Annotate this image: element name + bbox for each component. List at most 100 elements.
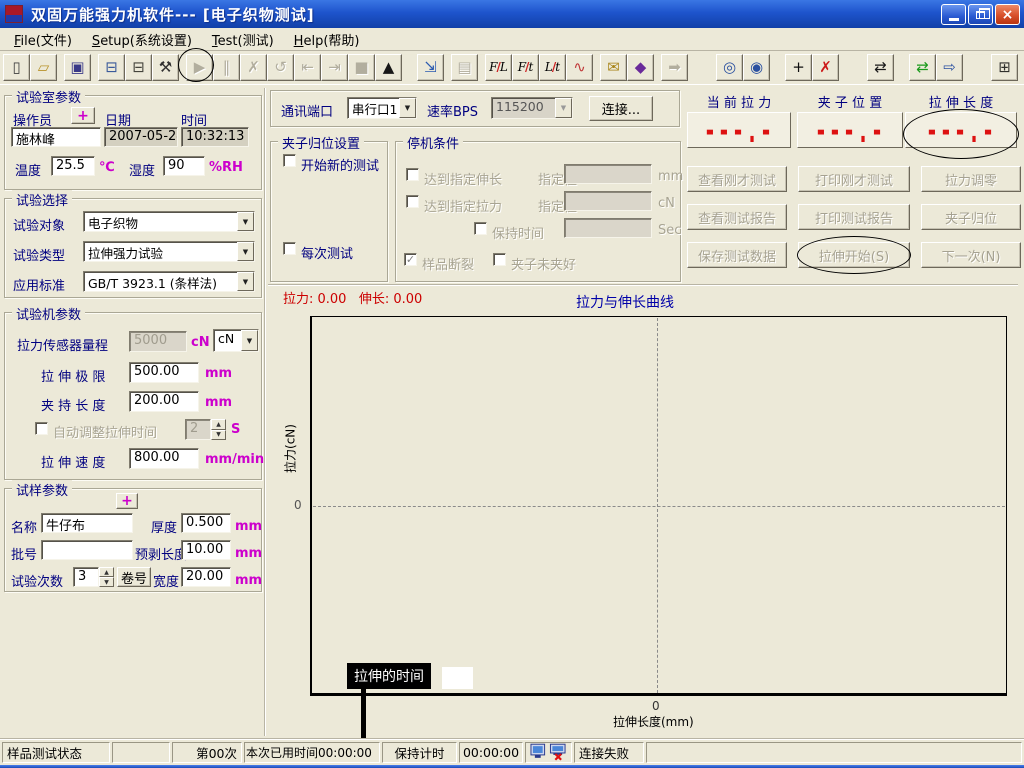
close-button[interactable]: × bbox=[995, 4, 1020, 25]
annotation-ellipse-play bbox=[178, 48, 214, 82]
test-count-spinner[interactable]: ▲▼ bbox=[99, 567, 114, 587]
zoom-button[interactable]: ◎ bbox=[716, 54, 743, 81]
stretch-limit-input[interactable]: 500.00 bbox=[129, 362, 199, 383]
spin-up-icon[interactable]: ▲ bbox=[211, 419, 226, 430]
cancel-test-button[interactable]: ✗ bbox=[240, 54, 267, 81]
status-count: 第00次 bbox=[172, 742, 242, 763]
exit-app-button[interactable]: ⇨ bbox=[936, 54, 963, 81]
tools-setup-button[interactable]: ⚒ bbox=[152, 54, 179, 81]
force-unit-select[interactable]: cN▼ bbox=[213, 329, 259, 352]
chevron-down-icon[interactable]: ▼ bbox=[237, 272, 254, 291]
data-grid-button[interactable]: ⊞ bbox=[991, 54, 1018, 81]
transfer-button[interactable]: ⇄ bbox=[867, 54, 894, 81]
data-grid-icon: ⊞ bbox=[998, 58, 1011, 76]
temperature-input[interactable]: 25.5 bbox=[51, 156, 95, 176]
print-report-button[interactable]: 打印测试报告 bbox=[798, 204, 910, 230]
curve-force-length-button[interactable]: F/L bbox=[485, 54, 512, 81]
print-color-button[interactable]: ⊟ bbox=[98, 54, 125, 81]
sample-break-checkbox[interactable]: ✓ bbox=[404, 253, 417, 266]
open-file-button[interactable]: ▱ bbox=[30, 54, 57, 81]
export-data-button[interactable]: ⇲ bbox=[417, 54, 444, 81]
exit-app-icon: ⇨ bbox=[943, 58, 956, 76]
stop-force-checkbox[interactable] bbox=[406, 195, 419, 208]
stretch-speed-input[interactable]: 800.00 bbox=[129, 448, 199, 469]
email-button[interactable]: ✉ bbox=[600, 54, 627, 81]
clamp-home-button[interactable]: 夹子归位 bbox=[921, 204, 1021, 230]
first-record-button[interactable]: ⇤ bbox=[294, 54, 321, 81]
width-input[interactable]: 20.00 bbox=[181, 567, 231, 587]
comm-port-select[interactable]: 串行口1▼ bbox=[347, 97, 417, 119]
chart-x-origin-tick: 0 bbox=[652, 699, 660, 713]
chevron-down-icon[interactable]: ▼ bbox=[237, 212, 254, 231]
chevron-down-icon: ▼ bbox=[555, 98, 572, 118]
hold-time-checkbox[interactable] bbox=[474, 222, 487, 235]
exit-disabled-button[interactable]: ➡ bbox=[661, 54, 688, 81]
zoom-fit-button[interactable]: ◉ bbox=[743, 54, 770, 81]
grip-length-input[interactable]: 200.00 bbox=[129, 391, 199, 412]
batch-input[interactable] bbox=[41, 540, 133, 560]
operator-add-button[interactable]: + bbox=[71, 107, 95, 124]
roll-number-button[interactable]: 卷号 bbox=[117, 567, 151, 587]
clamp-loose-checkbox[interactable] bbox=[493, 253, 506, 266]
view-report-button[interactable]: 查看测试报告 bbox=[687, 204, 787, 230]
spin-down-icon[interactable]: ▼ bbox=[99, 577, 114, 587]
minimize-button[interactable] bbox=[941, 4, 966, 25]
stop-elongation-checkbox[interactable] bbox=[406, 168, 419, 181]
view-last-test-button[interactable]: 查看刚才测试 bbox=[687, 166, 787, 192]
export-data-icon: ⇲ bbox=[424, 58, 437, 76]
save-button[interactable]: ▣ bbox=[64, 54, 91, 81]
menu-test[interactable]: Test(测试) bbox=[202, 28, 284, 51]
move-up-button[interactable]: ▲ bbox=[375, 54, 402, 81]
auto-adjust-spinner[interactable]: ▲▼ bbox=[211, 419, 226, 440]
curve-force-time-button[interactable]: F/t bbox=[512, 54, 539, 81]
test-type-select[interactable]: 拉伸强力试验▼ bbox=[83, 241, 255, 262]
thickness-input[interactable]: 0.500 bbox=[181, 513, 231, 533]
test-object-select[interactable]: 电子织物▼ bbox=[83, 211, 255, 232]
baud-label: 速率BPS bbox=[427, 101, 478, 120]
menu-setup[interactable]: Setup(系统设置) bbox=[82, 28, 202, 51]
add-record-button[interactable]: + bbox=[785, 54, 812, 81]
transfer-auto-button[interactable]: ⇄ bbox=[909, 54, 936, 81]
repeat-test-button[interactable]: ↺ bbox=[267, 54, 294, 81]
properties-button[interactable]: ▤ bbox=[451, 54, 478, 81]
new-test-home-checkbox[interactable] bbox=[283, 154, 296, 167]
peel-length-input[interactable]: 10.00 bbox=[181, 540, 231, 560]
save-data-button[interactable]: 保存测试数据 bbox=[687, 242, 787, 268]
curve-length-time-button[interactable]: L/t bbox=[539, 54, 566, 81]
delete-record-button[interactable]: ✗ bbox=[812, 54, 839, 81]
chevron-down-icon[interactable]: ▼ bbox=[241, 330, 258, 351]
app-logo-icon bbox=[5, 5, 23, 23]
new-file-button[interactable]: ▯ bbox=[3, 54, 30, 81]
specimen-add-button[interactable]: + bbox=[116, 493, 138, 509]
humidity-input[interactable]: 90 bbox=[163, 156, 205, 176]
tools-setup-icon: ⚒ bbox=[159, 58, 172, 76]
specimen-name-input[interactable]: 牛仔布 bbox=[41, 513, 133, 533]
stop-test-button[interactable]: ■ bbox=[348, 54, 375, 81]
force-zero-button[interactable]: 拉力调零 bbox=[921, 166, 1021, 192]
menu-file[interactable]: File(文件) bbox=[4, 28, 82, 51]
group-clamp-title: 夹子归位设置 bbox=[278, 133, 364, 152]
restore-button[interactable] bbox=[968, 4, 993, 25]
next-test-button[interactable]: 下一次(N) bbox=[921, 242, 1021, 268]
print-last-test-button[interactable]: 打印刚才测试 bbox=[798, 166, 910, 192]
add-record-icon: + bbox=[792, 58, 805, 76]
spin-down-icon[interactable]: ▼ bbox=[211, 430, 226, 441]
standard-select[interactable]: GB/T 3923.1 (条样法)▼ bbox=[83, 271, 255, 292]
test-count-input[interactable]: 3 bbox=[73, 567, 99, 587]
group-specimen-params: 试样参数 + 名称 牛仔布 厚度 0.500 mm 批号 预剥长度 10.00 … bbox=[4, 488, 262, 592]
connect-button[interactable]: 连接... bbox=[589, 96, 653, 121]
chevron-down-icon[interactable]: ▼ bbox=[399, 98, 416, 118]
help-book-button[interactable]: ◆ bbox=[627, 54, 654, 81]
print-button[interactable]: ⊟ bbox=[125, 54, 152, 81]
pause-test-button[interactable]: ‖ bbox=[213, 54, 240, 81]
auto-adjust-checkbox[interactable] bbox=[35, 422, 48, 435]
menu-help[interactable]: Help(帮助) bbox=[284, 28, 370, 51]
status-network-icon bbox=[525, 742, 572, 763]
last-record-button[interactable]: ⇥ bbox=[321, 54, 348, 81]
every-test-home-checkbox[interactable] bbox=[283, 242, 296, 255]
chevron-down-icon[interactable]: ▼ bbox=[237, 242, 254, 261]
operator-input[interactable]: 施林峰 bbox=[11, 127, 101, 147]
spin-up-icon[interactable]: ▲ bbox=[99, 567, 114, 577]
curve-color-button[interactable]: ∿ bbox=[566, 54, 593, 81]
exit-disabled-icon: ➡ bbox=[668, 58, 681, 76]
